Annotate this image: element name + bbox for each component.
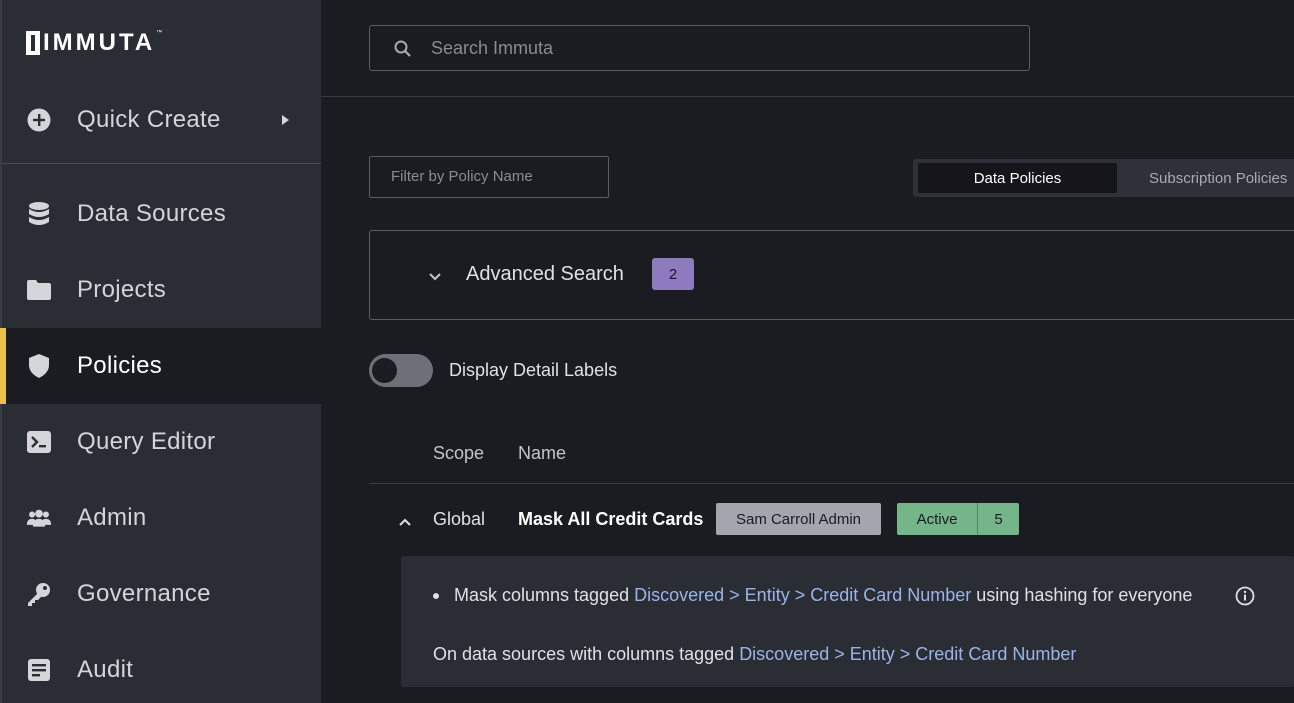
scope-prefix: On data sources with columns tagged [433,644,735,664]
sidebar-item-policies[interactable]: Policies [0,328,321,404]
rule-prefix: Mask columns tagged [454,585,630,605]
sidebar-item-projects[interactable]: Projects [2,252,321,328]
display-detail-labels-toggle[interactable] [369,354,433,387]
tag-link-credit-card-number[interactable]: Credit Card Number [915,644,1076,664]
policy-status-badge[interactable]: Active 5 [897,503,1019,535]
sidebar-item-audit[interactable]: Audit [2,632,321,703]
sidebar-item-label: Governance [77,580,211,607]
search-placeholder: Search Immuta [431,37,554,58]
tab-subscription-policies[interactable]: Subscription Policies [1123,163,1294,193]
document-icon [26,657,52,683]
sidebar-item-label: Policies [77,352,163,379]
table-header-divider [369,483,1294,484]
tab-data-policies[interactable]: Data Policies [918,163,1117,193]
policy-name-filter-input[interactable]: Filter by Policy Name [369,156,609,198]
search-icon [393,39,413,64]
filter-placeholder: Filter by Policy Name [391,168,533,185]
plus-circle-icon [26,107,52,133]
shield-icon [26,353,52,379]
policy-type-tabs: Data Policies Subscription Policies [913,159,1294,197]
logo-trademark: ™ [156,30,163,36]
status-label: Active [897,503,977,535]
sidebar-item-label: Query Editor [77,428,216,455]
database-icon [26,201,52,227]
chevron-down-icon[interactable] [428,269,442,287]
toggle-knob [372,358,397,383]
sidebar-item-label: Data Sources [77,200,227,227]
policy-owner-badge: Sam Carroll Admin [716,503,881,535]
app-root: IMMUTA ™ Quick Create Data Sources Proje… [0,0,1294,703]
policy-rule-text: Mask columns tagged Discovered > Entity … [454,585,1193,605]
tag-link-discovered[interactable]: Discovered [739,644,829,664]
rule-suffix: using hashing for everyone [976,585,1193,605]
advanced-search-count-badge: 2 [652,258,694,290]
tag-link-credit-card-number[interactable]: Credit Card Number [810,585,971,605]
quick-create-label: Quick Create [77,105,221,133]
toggle-label: Display Detail Labels [449,360,618,380]
policy-detail-panel: Mask columns tagged Discovered > Entity … [401,556,1294,687]
info-icon[interactable] [1235,586,1255,611]
immuta-logo[interactable]: IMMUTA ™ [26,29,163,56]
bullet-point [433,593,439,599]
search-input[interactable]: Search Immuta [369,25,1030,71]
column-header-name[interactable]: Name [518,443,566,464]
tag-link-entity[interactable]: Entity [850,644,895,664]
sidebar-item-label: Audit [77,656,134,683]
advanced-search-panel[interactable]: Advanced Search 2 [369,230,1294,320]
tag-link-discovered[interactable]: Discovered [634,585,724,605]
sidebar-item-governance[interactable]: Governance [2,556,321,632]
terminal-icon [26,429,52,455]
key-icon [26,581,52,607]
sidebar-item-admin[interactable]: Admin [2,480,321,556]
logo-mark [26,31,40,55]
advanced-search-label: Advanced Search [466,263,624,285]
status-count: 5 [977,503,1019,535]
sidebar: IMMUTA ™ Quick Create Data Sources Proje… [0,0,321,703]
chevron-up-icon[interactable] [398,514,412,532]
quick-create-button[interactable]: Quick Create [2,76,321,164]
folder-icon [26,277,52,303]
policy-scope: Global [433,509,486,529]
top-bar: Search Immuta [321,0,1294,97]
logo-text: IMMUTA [43,29,156,56]
policy-name[interactable]: Mask All Credit Cards [518,509,703,530]
sidebar-item-label: Admin [77,504,147,531]
caret-right-icon [282,114,289,125]
tag-link-entity[interactable]: Entity [745,585,790,605]
people-icon [26,505,52,531]
sidebar-item-data-sources[interactable]: Data Sources [2,176,321,252]
sidebar-item-label: Projects [77,276,167,303]
policy-scope-text: On data sources with columns tagged Disc… [433,644,1077,664]
sidebar-item-query-editor[interactable]: Query Editor [2,404,321,480]
column-header-scope[interactable]: Scope [433,443,484,464]
